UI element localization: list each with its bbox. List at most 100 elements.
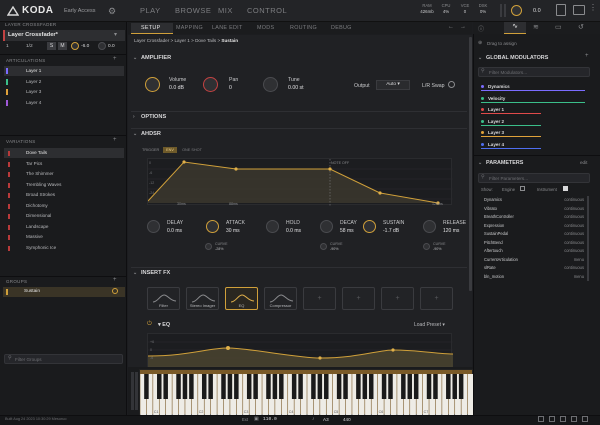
filter-groups-input[interactable]: Filter Groups: [4, 354, 123, 364]
nav-mix[interactable]: MIX: [218, 6, 233, 15]
black-key[interactable]: [452, 374, 457, 399]
black-key[interactable]: [291, 374, 297, 399]
black-key[interactable]: [227, 374, 233, 399]
crossfader-menu-icon[interactable]: ▾: [114, 31, 117, 38]
parameters-header[interactable]: ⌄ PARAMETERS: [476, 158, 596, 168]
black-key[interactable]: [157, 374, 162, 399]
nav-play[interactable]: PLAY: [140, 6, 161, 15]
status-icon-5[interactable]: [582, 416, 588, 422]
params-scrollbar[interactable]: [587, 196, 589, 281]
info-icon[interactable]: ⓘ: [478, 24, 484, 33]
modulator-row[interactable]: Velocity: [478, 94, 590, 103]
envelope-curve[interactable]: [147, 159, 453, 206]
pitch-wheel[interactable]: [131, 372, 134, 410]
articulation-row[interactable]: Layer 4: [4, 98, 124, 108]
mute-button[interactable]: M: [58, 42, 67, 50]
parameter-row[interactable]: CurrentArticulation menu: [484, 256, 584, 264]
tab-lane-edit[interactable]: LANE EDIT: [212, 25, 243, 31]
variation-row[interactable]: Broad Strokes: [4, 190, 124, 200]
crumb-crossfader[interactable]: Layer Crossfader: [134, 38, 169, 43]
add-modulator-icon[interactable]: +: [585, 53, 589, 59]
black-key[interactable]: [381, 374, 387, 399]
tab-mapping[interactable]: MAPPING: [176, 25, 203, 31]
modulator-row[interactable]: Layer 3: [478, 128, 590, 137]
black-key[interactable]: [426, 374, 432, 399]
global-modulators-header[interactable]: ⌄ GLOBAL MODULATORS: [476, 53, 596, 63]
black-key[interactable]: [208, 374, 213, 399]
piano-keys[interactable]: C1 C2 C3 C4 C5 C6 C7: [140, 370, 474, 416]
lr-swap-toggle[interactable]: [448, 81, 455, 88]
modulator-row[interactable]: Layer 2: [478, 117, 590, 126]
settings-gear-icon[interactable]: ⚙: [108, 6, 116, 17]
black-key[interactable]: [388, 374, 393, 399]
tempo-value[interactable]: 110.0: [263, 417, 277, 422]
add-variation-icon[interactable]: +: [113, 137, 117, 143]
black-key[interactable]: [253, 374, 258, 399]
parameter-row[interactable]: Expression continuous: [484, 222, 584, 230]
pan-amp-knob[interactable]: [203, 77, 218, 92]
black-key[interactable]: [458, 374, 464, 399]
articulation-row[interactable]: Layer 2: [4, 77, 124, 87]
tempo-lock-icon[interactable]: ▣: [254, 416, 259, 422]
variation-row[interactable]: Tar Pics: [4, 159, 124, 169]
black-key[interactable]: [407, 374, 413, 399]
tab-debug[interactable]: DEBUG: [331, 25, 352, 31]
variation-row[interactable]: Trembling Waves: [4, 180, 124, 190]
fx-slot[interactable]: Compressor: [264, 287, 297, 310]
black-key[interactable]: [266, 374, 271, 399]
fx-slot[interactable]: EQ: [225, 287, 258, 310]
filter-parameters-input[interactable]: Filter Parameters...: [478, 173, 590, 183]
variation-row[interactable]: Dove Tails: [4, 148, 124, 158]
black-key[interactable]: [201, 374, 207, 399]
variation-row[interactable]: The Shimmer: [4, 169, 124, 179]
show-instrument-checkbox[interactable]: [563, 186, 568, 191]
env-knob-sustain[interactable]: [363, 220, 376, 233]
black-key[interactable]: [343, 374, 348, 399]
piano-keyboard[interactable]: C1 C2 C3 C4 C5 C6 C7: [139, 369, 474, 416]
main-scrollbar[interactable]: [469, 37, 472, 291]
voice-index[interactable]: 1: [6, 44, 9, 49]
channel-select[interactable]: 1/2: [26, 44, 33, 49]
fx-slot-empty[interactable]: +: [420, 287, 453, 310]
insert-fx-header[interactable]: ⌄ INSERT FX: [131, 267, 467, 277]
tab-mods[interactable]: MODS: [257, 25, 274, 31]
back-arrow-icon[interactable]: ←: [448, 24, 454, 30]
load-preset-button[interactable]: Load Preset ▾: [414, 322, 445, 328]
trigger-env-button[interactable]: ENV: [163, 147, 177, 153]
fx-slot-empty[interactable]: +: [342, 287, 375, 310]
black-key[interactable]: [279, 374, 284, 399]
articulation-row[interactable]: Layer 3: [4, 87, 124, 97]
nav-control[interactable]: CONTROL: [247, 6, 287, 15]
params-edit-link[interactable]: edit: [580, 160, 587, 165]
black-key[interactable]: [401, 374, 406, 399]
variation-row[interactable]: Landscape: [4, 222, 124, 232]
parameter-row[interactable]: BreathController continuous: [484, 213, 584, 221]
env-knob-release[interactable]: [423, 220, 436, 233]
black-key[interactable]: [356, 374, 361, 399]
ahdsr-header[interactable]: ⌄ AHDSR: [131, 128, 467, 138]
fx-slot[interactable]: Stereo Imager: [186, 287, 219, 310]
black-key[interactable]: [446, 374, 451, 399]
master-volume-knob[interactable]: [511, 5, 522, 16]
filter-modulators-input[interactable]: Filter Modulators...: [478, 67, 590, 77]
forward-arrow-icon[interactable]: →: [460, 24, 466, 30]
status-icon-2[interactable]: [549, 416, 555, 422]
layout-panel-icon[interactable]: [556, 4, 566, 16]
black-key[interactable]: [176, 374, 181, 399]
black-key[interactable]: [324, 374, 329, 399]
black-key[interactable]: [182, 374, 188, 399]
black-key[interactable]: [221, 374, 226, 399]
status-icon-1[interactable]: [538, 416, 544, 422]
nav-browse[interactable]: BROWSE: [175, 6, 211, 15]
modulators-tab-icon[interactable]: ∿: [504, 22, 526, 34]
curve-knob[interactable]: [320, 243, 327, 250]
ext-label[interactable]: Ext: [242, 417, 248, 422]
amplifier-header[interactable]: ⌄ AMPLIFIER: [131, 53, 467, 63]
group-toggle-icon[interactable]: [112, 288, 118, 294]
add-articulation-icon[interactable]: +: [113, 56, 117, 62]
crumb-group[interactable]: Sustain: [221, 38, 238, 43]
curve-knob[interactable]: [423, 243, 430, 250]
parameter-row[interactable]: Vibrato continuous: [484, 205, 584, 213]
variation-row[interactable]: Dimensional: [4, 211, 124, 221]
tune-knob[interactable]: [263, 77, 278, 92]
